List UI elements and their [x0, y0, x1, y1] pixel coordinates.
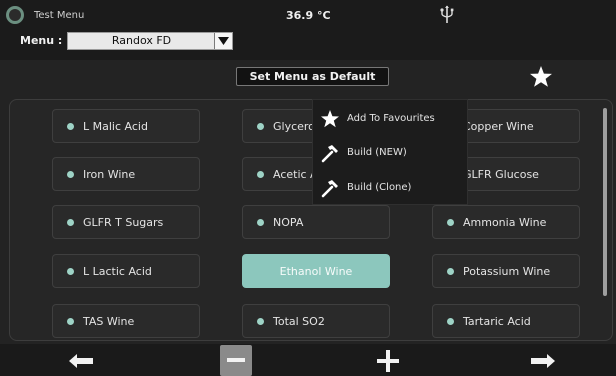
- back-arrow-icon[interactable]: [68, 352, 94, 370]
- menu-item-label: Build (NEW): [347, 147, 407, 158]
- hammer-icon: [321, 180, 338, 198]
- status-dot: [257, 219, 264, 226]
- test-label: GLFR T Sugars: [83, 216, 164, 229]
- test-item[interactable]: TAS Wine: [52, 304, 200, 338]
- status-dot: [67, 171, 74, 178]
- test-label: Total SO2: [273, 315, 325, 328]
- test-item[interactable]: Potassium Wine: [432, 254, 580, 288]
- status-dot: [257, 318, 264, 325]
- test-label: L Lactic Acid: [83, 265, 152, 278]
- status-dot: [257, 123, 264, 130]
- test-item[interactable]: Tartaric Acid: [432, 304, 580, 338]
- test-item[interactable]: Total SO2: [242, 304, 390, 338]
- test-label: Copper Wine: [463, 120, 534, 133]
- test-item[interactable]: GLFR T Sugars: [52, 205, 200, 239]
- menu-label: Menu :: [20, 34, 63, 47]
- screen: Test Menu 36.9 °C Menu : Randox FD Set M…: [0, 0, 616, 376]
- test-label: Potassium Wine: [463, 265, 551, 278]
- status-dot: [67, 318, 74, 325]
- test-label: Ethanol Wine: [279, 265, 353, 278]
- status-dot: [67, 268, 74, 275]
- test-label: Iron Wine: [83, 168, 136, 181]
- usb-icon: [440, 5, 454, 23]
- context-menu: Add To Favourites Build (NEW) Build (Clo…: [312, 99, 468, 205]
- test-item-selected[interactable]: Ethanol Wine: [242, 254, 390, 288]
- test-label: Tartaric Acid: [463, 315, 531, 328]
- menu-dropdown[interactable]: Randox FD: [67, 32, 233, 50]
- status-dot: [447, 268, 454, 275]
- menu-item-label: Add To Favourites: [347, 113, 435, 124]
- minus-icon: [227, 358, 245, 362]
- hammer-icon: [321, 145, 338, 163]
- forward-arrow-icon[interactable]: [530, 352, 556, 370]
- test-item[interactable]: Ammonia Wine: [432, 205, 580, 239]
- set-menu-default-button[interactable]: Set Menu as Default: [236, 67, 389, 86]
- status-dot: [67, 219, 74, 226]
- test-item[interactable]: Iron Wine: [52, 157, 200, 191]
- scrollbar[interactable]: [603, 108, 607, 296]
- status-dot: [67, 123, 74, 130]
- page-title: Test Menu: [34, 10, 85, 21]
- test-label: NOPA: [273, 216, 304, 229]
- temperature-readout: 36.9 °C: [286, 9, 331, 22]
- status-dot: [447, 219, 454, 226]
- test-label: GLFR Glucose: [463, 168, 539, 181]
- test-label: TAS Wine: [83, 315, 135, 328]
- menu-item-label: Build (Clone): [347, 182, 412, 193]
- favourites-star-icon[interactable]: [529, 65, 553, 89]
- add-to-favourites-menu-item[interactable]: Add To Favourites: [313, 104, 469, 134]
- top-bar: Test Menu 36.9 °C Menu : Randox FD: [0, 0, 616, 60]
- dropdown-arrow-icon[interactable]: [214, 33, 232, 49]
- build-clone-menu-item[interactable]: Build (Clone): [313, 173, 469, 203]
- test-item[interactable]: L Lactic Acid: [52, 254, 200, 288]
- test-item[interactable]: L Malic Acid: [52, 109, 200, 143]
- remove-button[interactable]: [220, 345, 252, 376]
- status-dot: [447, 318, 454, 325]
- status-dot: [257, 171, 264, 178]
- test-label: L Malic Acid: [83, 120, 148, 133]
- build-new-menu-item[interactable]: Build (NEW): [313, 138, 469, 168]
- add-button[interactable]: [376, 349, 400, 373]
- menu-dropdown-value: Randox FD: [111, 34, 172, 47]
- test-label: Ammonia Wine: [463, 216, 547, 229]
- star-icon: [321, 110, 339, 128]
- test-item[interactable]: NOPA: [242, 205, 390, 239]
- power-icon[interactable]: [6, 6, 24, 24]
